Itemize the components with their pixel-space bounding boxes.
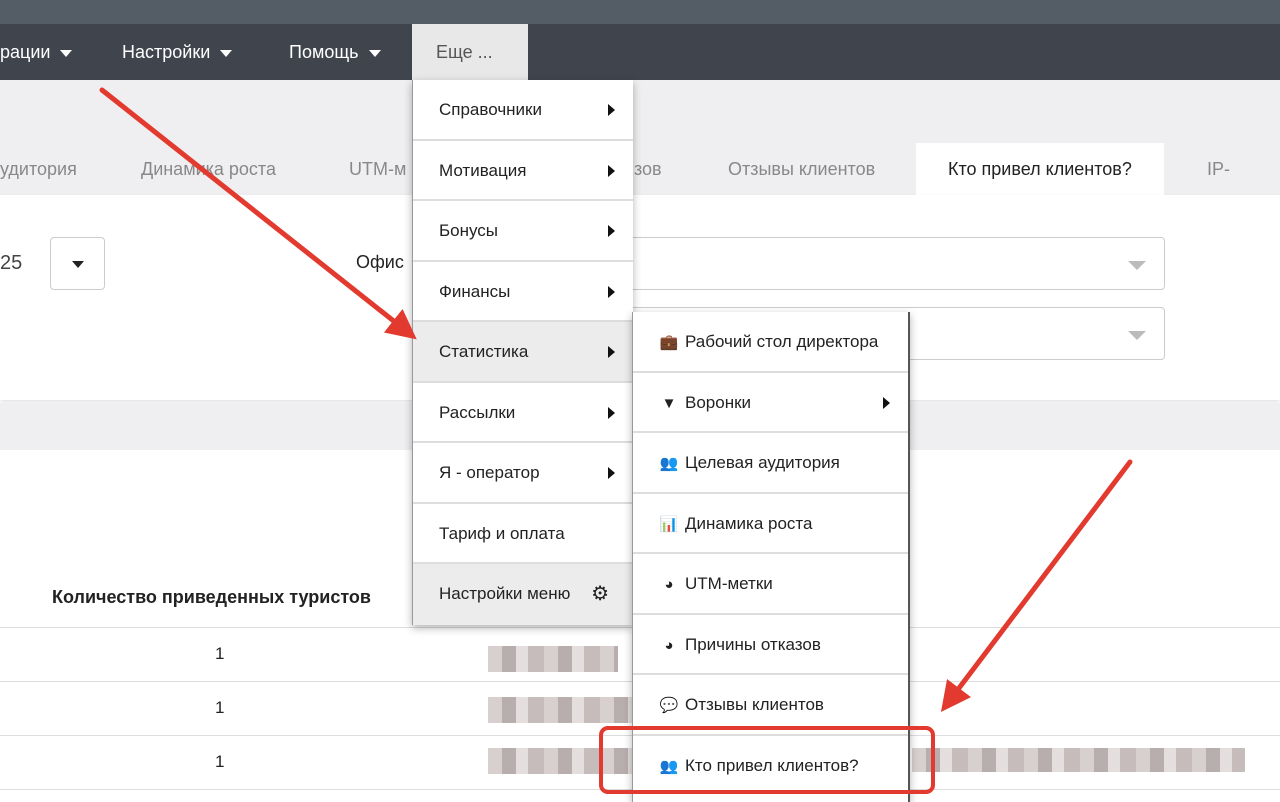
menu-label: Целевая аудитория [685, 453, 840, 472]
nav-label: рации [0, 42, 51, 62]
table-cell-count: 1 [215, 644, 225, 663]
menu-item-bonuses[interactable]: Бонусы [413, 201, 633, 262]
tab-growth[interactable]: Динамика роста [141, 143, 276, 195]
tab-refusals[interactable]: зов [634, 143, 662, 195]
menu-label: Бонусы [439, 221, 499, 240]
submenu-item-growth[interactable]: 📊 Динамика роста [633, 494, 908, 554]
comments-icon: 💬 [659, 697, 679, 714]
menu-label: Отзывы клиентов [685, 695, 824, 714]
blurred-content [488, 748, 633, 774]
office-select[interactable] [600, 237, 1165, 290]
caret-down-icon [60, 49, 73, 57]
menu-label: Настройки меню [439, 584, 571, 603]
menu-label: Причины отказов [685, 634, 821, 654]
date-dropdown-button[interactable] [50, 237, 105, 290]
tab-reviews[interactable]: Отзывы клиентов [728, 143, 875, 195]
report-tabs: удитория Динамика роста UTM-м зов Отзывы… [0, 80, 1280, 231]
menu-label: Воронки [685, 392, 752, 412]
submenu-item-director-desk[interactable]: 💼 Рабочий стол директора [633, 312, 908, 373]
table-cell-count: 1 [215, 698, 225, 717]
caret-right-icon [608, 164, 615, 177]
column-header-tourists: Количество приведенных туристов [52, 587, 371, 607]
blurred-content [488, 646, 618, 672]
pie-chart-icon: ◕ [664, 576, 674, 593]
submenu-item-refusals[interactable]: ◕ Причины отказов [633, 615, 908, 675]
bar-chart-icon: 📊 [659, 515, 679, 533]
menu-label: Справочники [439, 100, 542, 119]
menu-item-menu-settings[interactable]: Настройки меню ⚙ [413, 564, 633, 625]
statistics-submenu: 💼 Рабочий стол директора ▼ Воронки 👥 Целева… [632, 312, 910, 802]
date-value[interactable]: 25 [0, 252, 22, 275]
blurred-content [488, 697, 633, 723]
menu-label: Рассылки [439, 402, 516, 422]
caret-down-icon [220, 49, 233, 57]
office-label: Офис [356, 252, 404, 272]
funnel-icon: ▼ [661, 394, 677, 412]
caret-right-icon [608, 346, 615, 358]
main-nav: рации Настройки Помощь Еще ... [0, 24, 1280, 80]
menu-item-mailings[interactable]: Рассылки [413, 383, 633, 443]
caret-right-icon [608, 285, 615, 298]
caret-right-icon [608, 406, 615, 419]
users-icon: 👥 [659, 757, 679, 775]
caret-right-icon [608, 225, 615, 237]
submenu-item-reviews[interactable]: 💬 Отзывы клиентов [633, 675, 908, 736]
nav-item-settings[interactable]: Настройки [122, 24, 233, 80]
nav-label: Настройки [122, 42, 211, 62]
menu-label: UTM-метки [685, 574, 773, 593]
briefcase-icon: 💼 [659, 334, 679, 351]
caret-down-icon [368, 49, 381, 57]
menu-label: Статистика [439, 342, 529, 361]
nav-label: Помощь [289, 42, 359, 62]
menu-label: Тариф и оплата [439, 523, 565, 543]
blurred-content [912, 748, 1245, 772]
submenu-item-target-audience[interactable]: 👥 Целевая аудитория [633, 433, 908, 494]
menu-item-motivation[interactable]: Мотивация [413, 141, 633, 201]
browser-top-bar [0, 0, 1280, 24]
submenu-item-referrers[interactable]: 👥 Кто привел клиентов? [633, 736, 908, 797]
caret-right-icon [608, 467, 615, 479]
menu-item-finance[interactable]: Финансы [413, 262, 633, 322]
gear-icon: ⚙ [591, 583, 609, 605]
menu-label: Динамика роста [685, 513, 813, 533]
menu-item-tariff[interactable]: Тариф и оплата [413, 504, 633, 564]
nav-item-help[interactable]: Помощь [289, 24, 381, 80]
nav-item-operations[interactable]: рации [0, 24, 73, 80]
nav-item-more[interactable]: Еще ... [412, 24, 528, 80]
tab-ip-telephony[interactable]: IP-телеф [1207, 143, 1280, 231]
menu-item-directories[interactable]: Справочники [413, 80, 633, 141]
menu-label: Финансы [439, 281, 511, 301]
tab-utm[interactable]: UTM-м [349, 143, 406, 195]
menu-item-statistics[interactable]: Статистика [413, 322, 633, 383]
tab-referrers[interactable]: Кто привел клиентов? [916, 143, 1164, 195]
menu-item-operator[interactable]: Я - оператор [413, 443, 633, 504]
pie-chart-icon: ◕ [664, 636, 674, 654]
caret-right-icon [883, 396, 890, 409]
caret-right-icon [608, 104, 615, 116]
tab-audience[interactable]: удитория [0, 143, 77, 195]
menu-label: Кто привел клиентов? [685, 755, 859, 775]
more-dropdown-menu: Справочники Мотивация Бонусы Финансы Ста… [412, 80, 633, 625]
annotation-arrow [940, 459, 1133, 712]
menu-label: Рабочий стол директора [685, 332, 879, 351]
submenu-item-funnels[interactable]: ▼ Воронки [633, 373, 908, 433]
submenu-item-utm[interactable]: ◕ UTM-метки [633, 554, 908, 615]
users-icon: 👥 [659, 455, 679, 472]
table-cell-count: 1 [215, 752, 225, 771]
menu-label: Я - оператор [439, 463, 540, 482]
menu-label: Мотивация [439, 160, 527, 180]
